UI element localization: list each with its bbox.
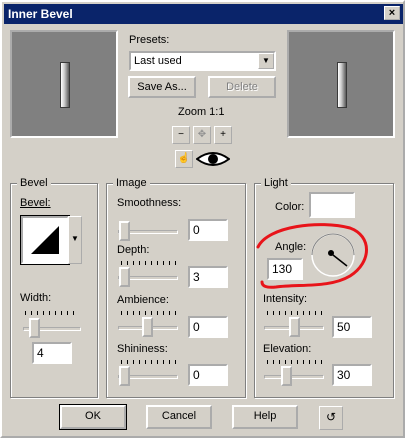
- help-button[interactable]: Help: [232, 405, 298, 429]
- red-annotation-scribble: [256, 223, 368, 289]
- ok-button[interactable]: OK: [59, 404, 127, 430]
- reset-icon[interactable]: ↺: [319, 406, 343, 430]
- cancel-button[interactable]: Cancel: [146, 405, 212, 429]
